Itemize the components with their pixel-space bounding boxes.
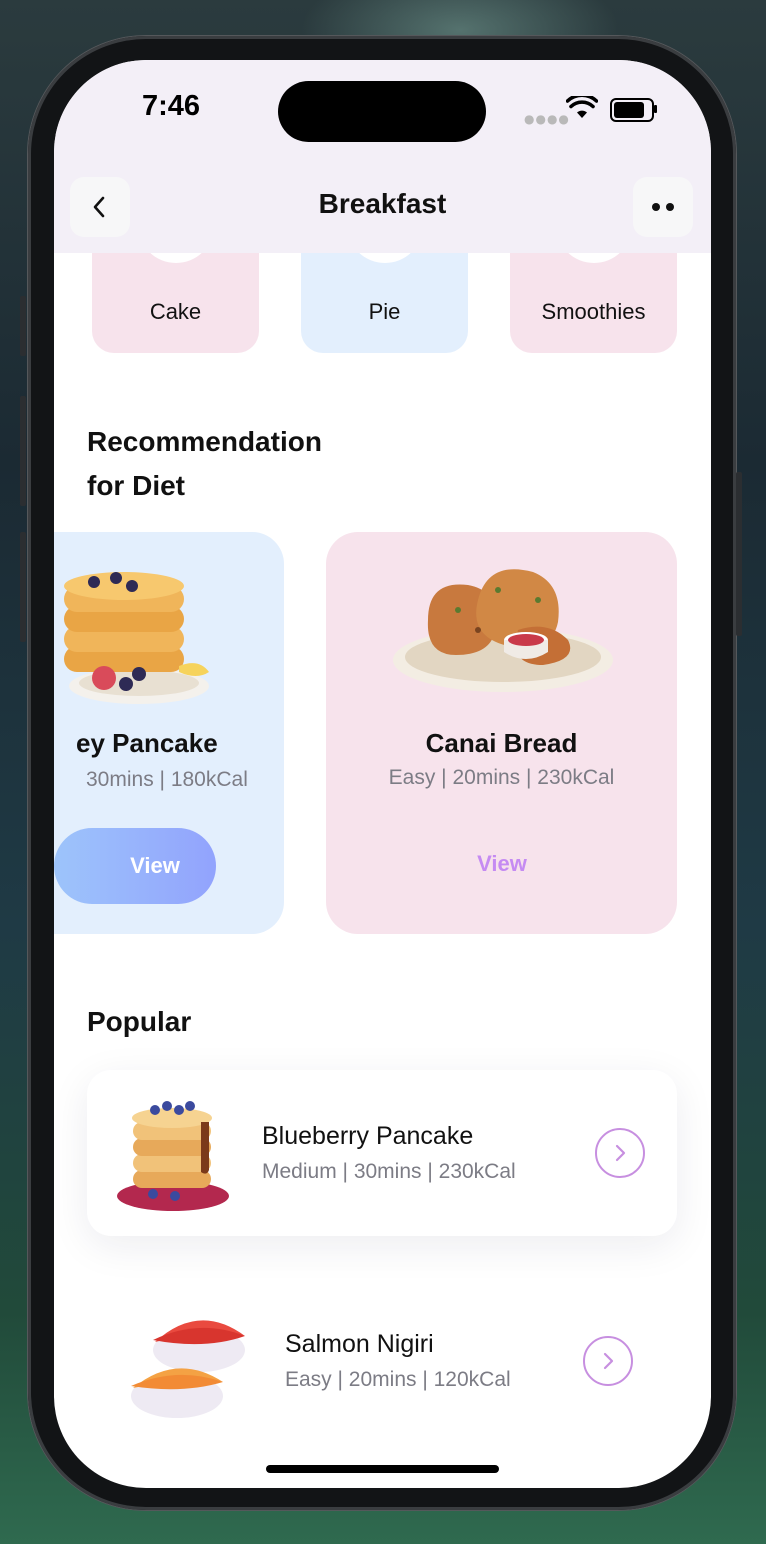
category-label: Smoothies: [541, 299, 646, 324]
wifi-icon: [566, 96, 598, 118]
category-image-placeholder: [555, 253, 632, 263]
page-title: Breakfast: [318, 188, 447, 219]
popular-item-name: Salmon Nigiri: [285, 1330, 434, 1358]
chevron-right-icon: [615, 1144, 626, 1162]
canai-bread-image: [393, 569, 613, 692]
popular-item-name: Blueberry Pancake: [262, 1122, 474, 1150]
recommendation-heading: Recommendation for Diet: [87, 420, 322, 508]
category-label: Cake: [149, 299, 202, 324]
recipe-name: ey Pancake: [76, 728, 218, 758]
view-button[interactable]: View: [54, 828, 216, 904]
open-button[interactable]: [595, 1128, 645, 1178]
signal-icon: ●●●●: [524, 112, 570, 126]
category-card-cake[interactable]: Cake: [92, 253, 259, 353]
view-button[interactable]: View: [421, 826, 583, 902]
recipe-meta: 30mins | 180kCal: [86, 768, 248, 791]
battery-icon: [610, 98, 654, 122]
category-image-placeholder: [137, 253, 214, 263]
recipe-name: Canai Bread: [425, 728, 578, 758]
recommendation-card[interactable]: ey Pancake 30mins | 180kCal View: [54, 532, 284, 934]
popular-item[interactable]: Blueberry Pancake Medium | 30mins | 230k…: [87, 1070, 677, 1236]
popular-item-meta: Medium | 30mins | 230kCal: [262, 1160, 516, 1183]
battery-tip: [654, 105, 657, 113]
category-image-placeholder: [346, 253, 423, 263]
pancake-image: [64, 572, 209, 704]
blueberry-pancake-image: [117, 1101, 229, 1211]
more-dots-icon: [652, 203, 674, 211]
side-button: [20, 532, 26, 642]
category-card-smoothies[interactable]: Smoothies: [510, 253, 677, 353]
category-card-pie[interactable]: Pie: [301, 253, 468, 353]
open-button[interactable]: [583, 1336, 633, 1386]
popular-item-meta: Easy | 20mins | 120kCal: [285, 1368, 511, 1391]
side-button: [20, 296, 26, 356]
app-screen: 7:46 ●●●● Breakfast Cake Pie Smoothies R…: [54, 60, 711, 1488]
status-time: 7:46: [142, 90, 201, 122]
chevron-right-icon: [603, 1352, 614, 1370]
side-button: [736, 472, 742, 636]
popular-item[interactable]: Salmon Nigiri Easy | 20mins | 120kCal: [87, 1278, 677, 1444]
home-indicator[interactable]: [266, 1465, 499, 1473]
heading-line: for Diet: [87, 470, 185, 501]
side-button: [20, 396, 26, 506]
top-bar: 7:46 ●●●● Breakfast: [54, 60, 711, 253]
more-button[interactable]: [633, 177, 693, 237]
popular-heading: Popular: [87, 1006, 192, 1037]
recommendation-card[interactable]: Canai Bread Easy | 20mins | 230kCal View: [326, 532, 677, 934]
heading-line: Recommendation: [87, 426, 322, 457]
dynamic-island: [278, 81, 486, 142]
recipe-meta: Easy | 20mins | 230kCal: [388, 766, 615, 789]
category-label: Pie: [368, 299, 401, 324]
salmon-nigiri-image: [131, 1320, 245, 1418]
